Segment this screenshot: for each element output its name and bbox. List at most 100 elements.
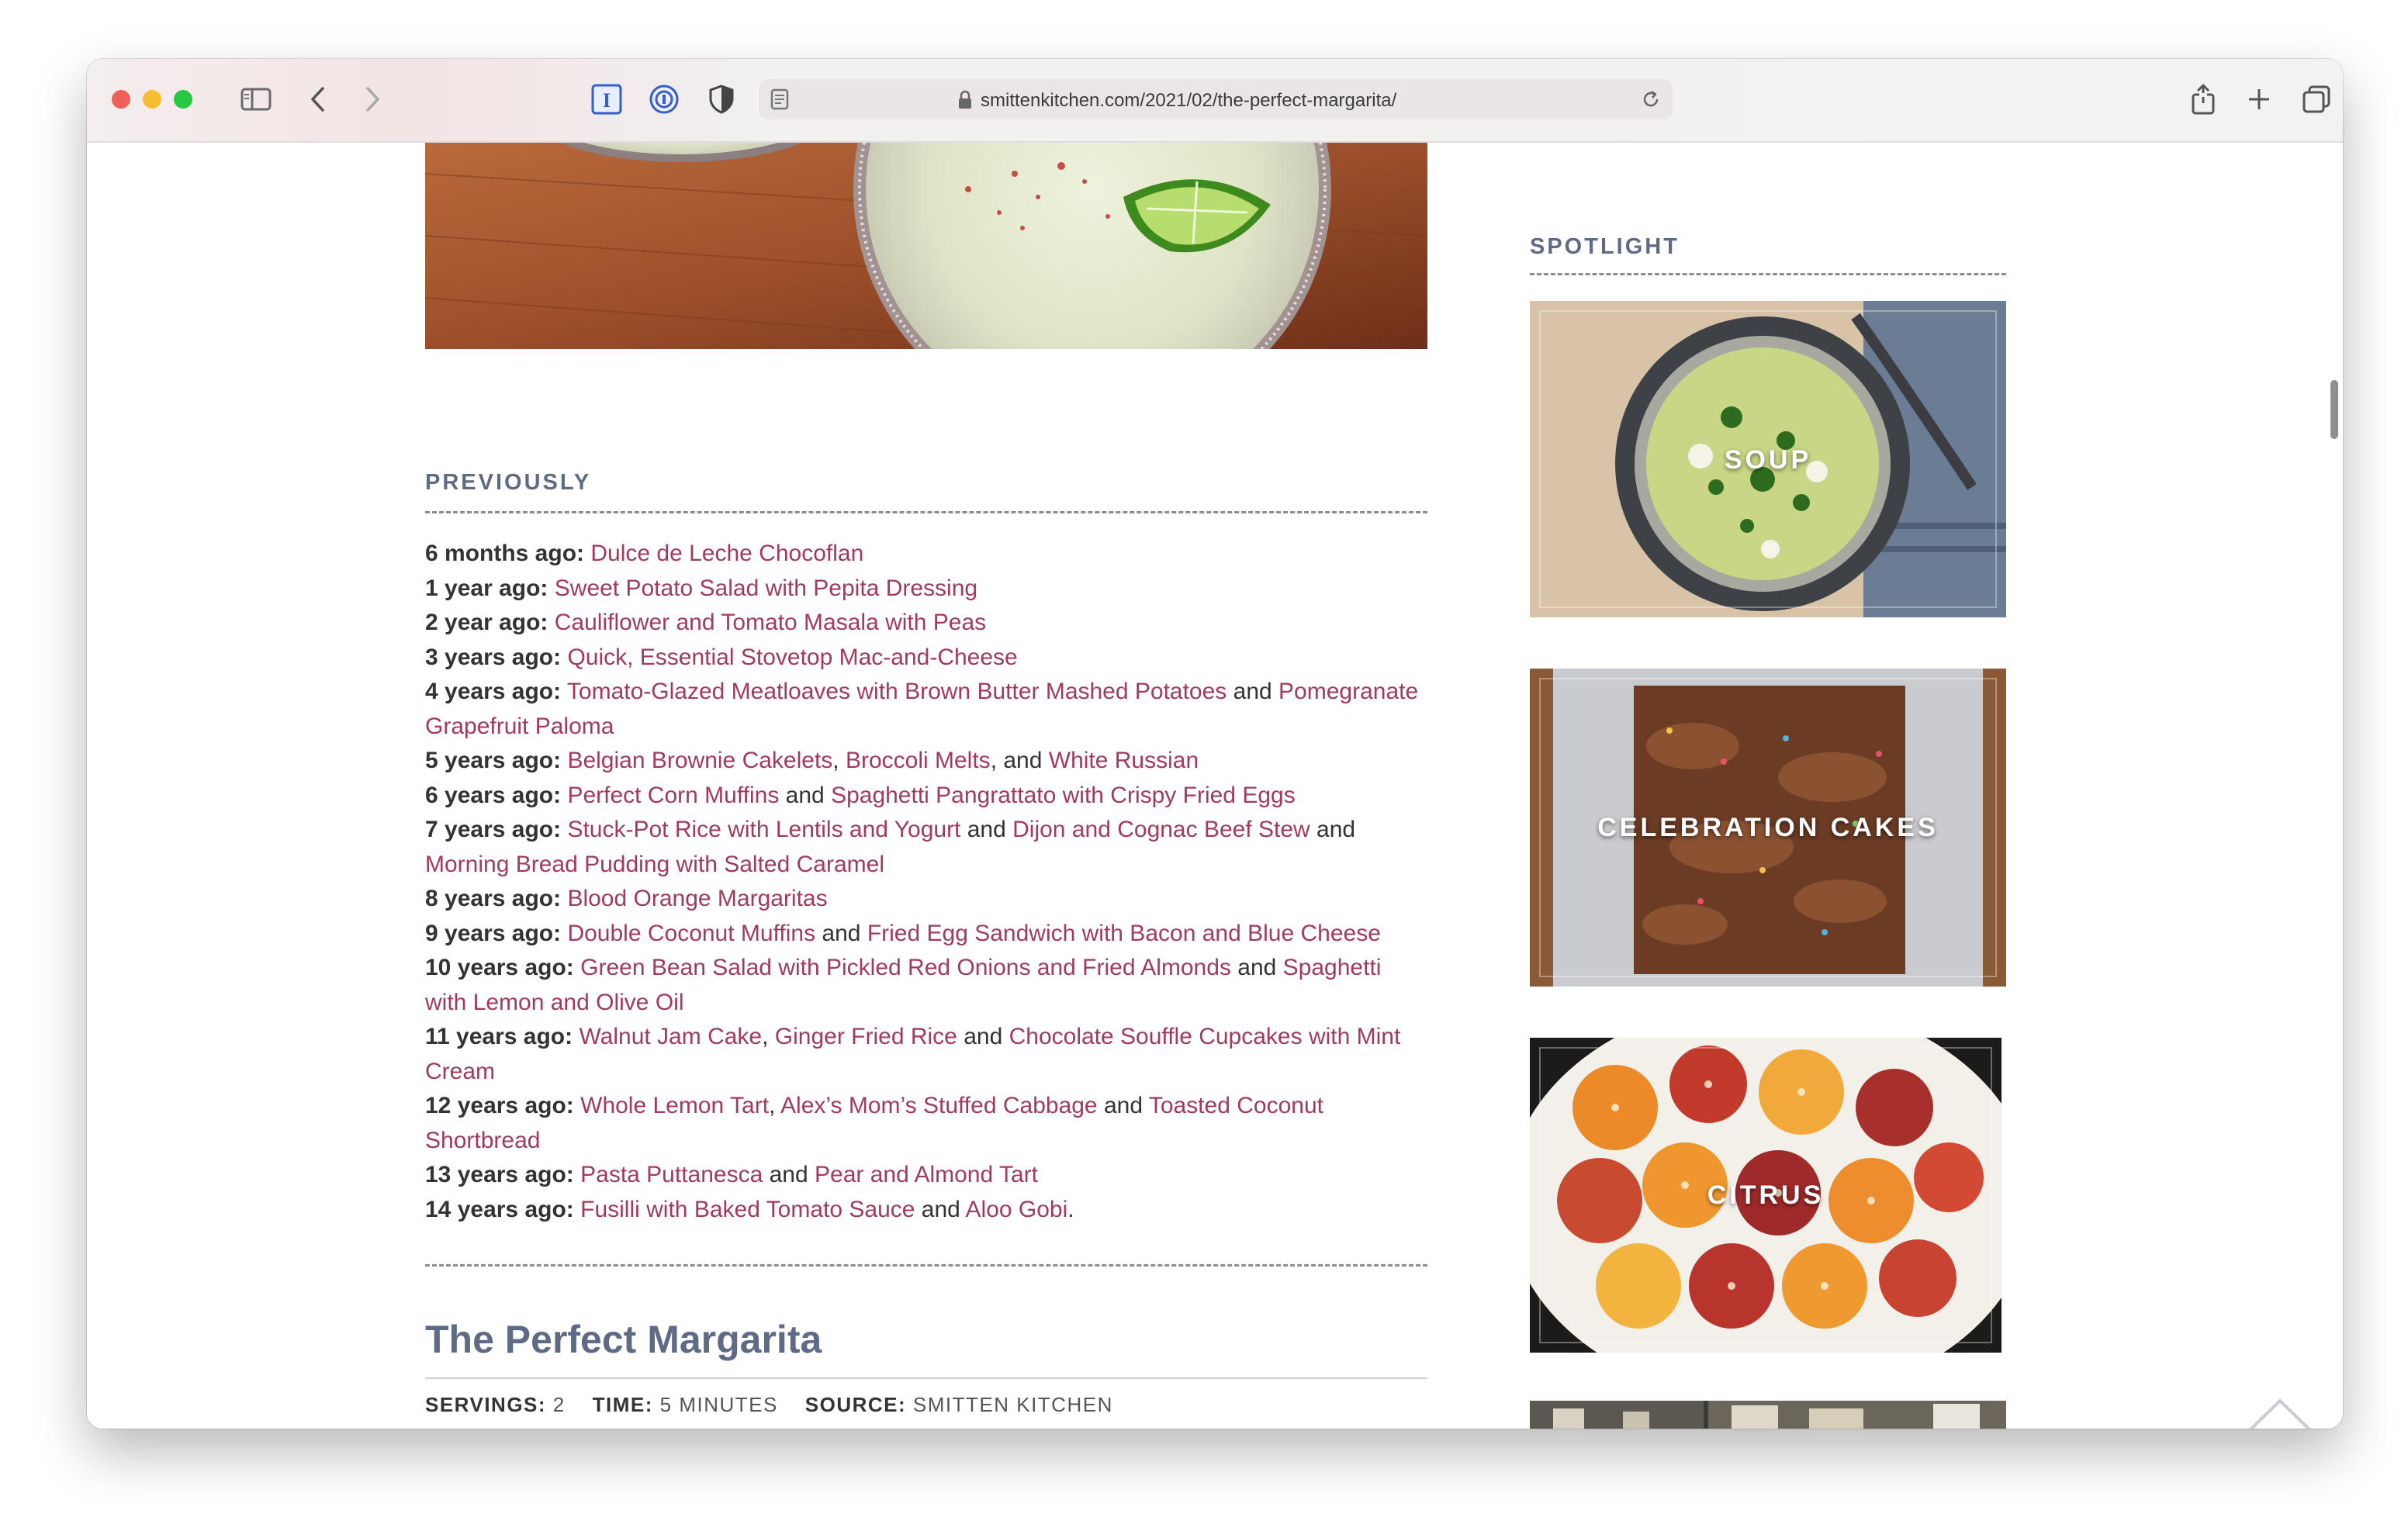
previously-recipe-link[interactable]: Morning Bread Pudding with Salted Carame… — [425, 852, 884, 877]
spotlight-tile-pantry[interactable] — [1530, 1401, 2006, 1429]
plus-icon[interactable] — [2242, 82, 2276, 116]
time-label: TIME: — [592, 1393, 653, 1416]
previously-connector — [574, 955, 580, 980]
previously-item: 5 years ago: Belgian Brownie Cakelets, B… — [425, 744, 1427, 779]
previously-item: 1 year ago: Sweet Potato Salad with Pepi… — [425, 572, 1427, 607]
shield-icon[interactable] — [704, 82, 739, 116]
previously-item: 6 years ago: Perfect Corn Muffins and Sp… — [425, 779, 1427, 814]
previously-connector: and — [779, 782, 832, 808]
previously-divider-top — [425, 511, 1427, 513]
previously-recipe-link[interactable]: Aloo Gobi — [966, 1197, 1068, 1222]
previously-recipe-link[interactable]: Double Coconut Muffins — [567, 921, 815, 946]
previously-when: 6 years ago: — [425, 782, 562, 808]
spotlight-heading: SPOTLIGHT — [1530, 234, 1680, 259]
spotlight-divider — [1530, 273, 2006, 275]
previously-recipe-link[interactable]: Dijon and Cognac Beef Stew — [1012, 817, 1310, 842]
margarita-photo — [425, 143, 1427, 349]
previously-item: 9 years ago: Double Coconut Muffins and … — [425, 917, 1427, 952]
spotlight-tile-citrus[interactable]: CITRUS — [1530, 1038, 2001, 1353]
spotlight-tile-soup[interactable]: SOUP — [1530, 301, 2006, 617]
previously-connector: . — [1067, 1196, 1074, 1222]
page-content: PREVIOUSLY 6 months ago: Dulce de Leche … — [87, 143, 2343, 1429]
spotlight-label-citrus: CITRUS — [1707, 1180, 1825, 1210]
url-text[interactable]: smittenkitchen.com/2021/02/the-perfect-m… — [981, 90, 1396, 112]
previously-recipe-link[interactable]: Fusilli with Baked Tomato Sauce — [580, 1197, 915, 1222]
previously-connector — [574, 1162, 580, 1187]
previously-connector: and — [815, 920, 867, 946]
previously-when: 2 year ago: — [425, 610, 548, 635]
title-divider — [425, 1377, 1427, 1379]
share-icon[interactable] — [2186, 82, 2220, 116]
previously-item: 14 years ago: Fusilli with Baked Tomato … — [425, 1193, 1427, 1228]
servings-label: SERVINGS: — [425, 1393, 547, 1416]
previously-when: 12 years ago: — [425, 1093, 574, 1118]
sidebar-icon[interactable] — [239, 82, 273, 116]
previously-connector: and — [1097, 1093, 1149, 1118]
zoom-window-button[interactable] — [174, 90, 192, 109]
previously-connector: and — [1310, 817, 1356, 842]
previously-connector: , — [769, 1093, 781, 1118]
spotlight-label-soup: SOUP — [1724, 445, 1812, 475]
previously-connector: , — [832, 748, 846, 773]
previously-recipe-link[interactable]: Perfect Corn Muffins — [567, 783, 779, 808]
previously-recipe-link[interactable]: Stuck-Pot Rice with Lentils and Yogurt — [567, 817, 960, 842]
spotlight-tile-celebration-cakes[interactable]: CELEBRATION CAKES — [1530, 669, 2006, 987]
previously-recipe-link[interactable]: Pasta Puttanesca — [580, 1162, 763, 1187]
previously-when: 11 years ago: — [425, 1024, 573, 1049]
previously-recipe-link[interactable]: Dulce de Leche Chocoflan — [590, 541, 863, 566]
previously-connector: and — [1230, 955, 1283, 980]
reader-icon[interactable] — [770, 88, 790, 114]
previously-divider-bottom — [425, 1264, 1427, 1267]
recipe-title: The Perfect Margarita — [425, 1318, 822, 1361]
previously-recipe-link[interactable]: Quick, Essential Stovetop Mac-and-Cheese — [567, 645, 1017, 670]
previously-recipe-link[interactable]: Green Bean Salad with Pickled Red Onions… — [580, 955, 1231, 980]
previously-item: 6 months ago: Dulce de Leche Chocoflan — [425, 537, 1427, 572]
previously-connector — [548, 610, 554, 635]
previously-connector: , and — [990, 748, 1049, 773]
previously-item: 4 years ago: Tomato-Glazed Meatloaves wi… — [425, 675, 1427, 744]
previously-when: 8 years ago: — [425, 886, 562, 911]
text-cursor-extension-icon[interactable]: I — [590, 82, 624, 116]
previously-recipe-link[interactable]: Alex’s Mom’s Stuffed Cabbage — [780, 1093, 1098, 1118]
browser-window: I smittenkitchen.com/2021/02/the-perfect… — [87, 59, 2343, 1429]
chevron-left-icon[interactable] — [301, 82, 335, 116]
previously-recipe-link[interactable]: White Russian — [1049, 748, 1199, 773]
reload-icon[interactable] — [1640, 88, 1662, 114]
previously-item: 13 years ago: Pasta Puttanesca and Pear … — [425, 1158, 1427, 1193]
previously-connector: and — [915, 1196, 966, 1222]
previously-recipe-link[interactable]: Blood Orange Margaritas — [567, 886, 827, 911]
password-manager-icon[interactable] — [647, 82, 681, 116]
previously-connector: , — [762, 1024, 775, 1049]
previously-connector: and — [960, 817, 1013, 842]
previously-recipe-link[interactable]: Pear and Almond Tart — [815, 1162, 1038, 1187]
previously-connector — [561, 679, 567, 704]
previously-recipe-link[interactable]: Fried Egg Sandwich with Bacon and Blue C… — [867, 921, 1381, 946]
previously-recipe-link[interactable]: Spaghetti Pangrattato with Crispy Fried … — [831, 783, 1296, 808]
previously-recipe-link[interactable]: Broccoli Melts — [846, 748, 991, 773]
previously-recipe-link[interactable]: Whole Lemon Tart — [580, 1093, 769, 1118]
previously-recipe-link[interactable]: Sweet Potato Salad with Pepita Dressing — [555, 575, 977, 601]
tab-overview-icon[interactable] — [2299, 82, 2334, 116]
address-bar[interactable]: smittenkitchen.com/2021/02/the-perfect-m… — [759, 79, 1673, 119]
servings-value: 2 — [552, 1393, 566, 1416]
spotlight-label-celebration-cakes: CELEBRATION CAKES — [1597, 813, 1939, 842]
chevron-up-icon[interactable] — [2245, 1393, 2315, 1429]
previously-connector — [574, 1197, 580, 1222]
previously-recipe-link[interactable]: Cauliflower and Tomato Masala with Peas — [555, 610, 986, 635]
source-value: SMITTEN KITCHEN — [912, 1393, 1113, 1416]
chevron-right-icon[interactable] — [355, 82, 389, 116]
browser-toolbar: I smittenkitchen.com/2021/02/the-perfect… — [87, 59, 2343, 143]
previously-when: 6 months ago: — [425, 541, 585, 566]
previously-recipe-link[interactable]: Belgian Brownie Cakelets — [567, 748, 832, 773]
lock-icon — [957, 90, 973, 114]
previously-recipe-link[interactable]: Tomato-Glazed Meatloaves with Brown Butt… — [567, 679, 1226, 704]
previously-item: 2 year ago: Cauliflower and Tomato Masal… — [425, 606, 1427, 641]
previously-when: 4 years ago: — [425, 679, 562, 704]
minimize-window-button[interactable] — [143, 90, 161, 109]
previously-when: 7 years ago: — [425, 817, 562, 842]
previously-recipe-link[interactable]: Walnut Jam Cake — [579, 1024, 762, 1049]
previously-connector — [574, 1093, 580, 1118]
page-scrollbar[interactable] — [2330, 380, 2338, 439]
close-window-button[interactable] — [112, 90, 130, 109]
previously-recipe-link[interactable]: Ginger Fried Rice — [775, 1024, 957, 1049]
